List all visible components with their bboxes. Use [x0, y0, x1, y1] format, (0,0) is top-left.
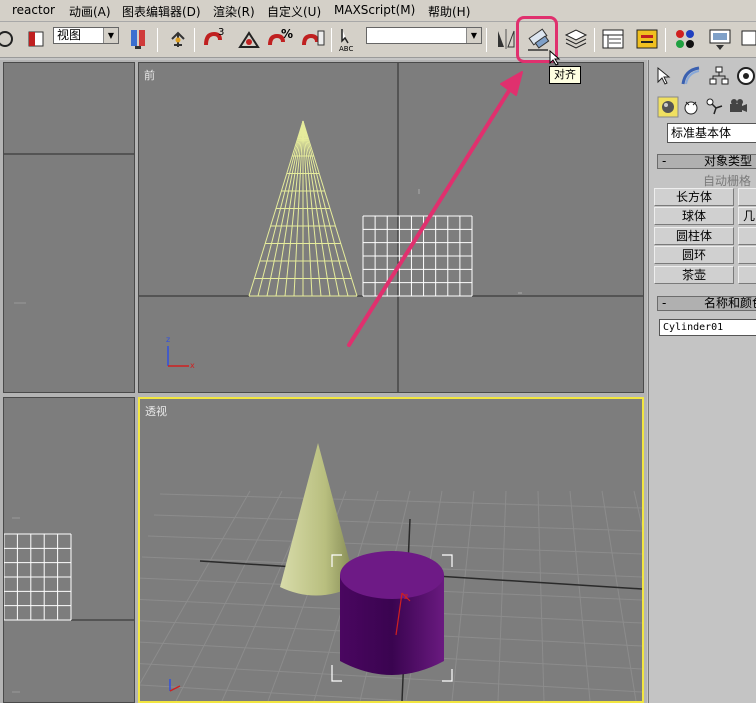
auto-grid-checkbox[interactable]: 自动栅格: [703, 172, 751, 189]
shapes-icon[interactable]: [680, 96, 702, 118]
chevron-down-icon: ▼: [103, 28, 118, 43]
cylinder-button[interactable]: 圆柱体: [654, 227, 734, 245]
layers-icon[interactable]: [562, 25, 590, 53]
teapot-button[interactable]: 茶壶: [654, 266, 734, 284]
align-tooltip: 对齐: [549, 66, 581, 84]
select-move-icon[interactable]: [164, 25, 192, 53]
menu-graph-editors[interactable]: 图表编辑器(D): [122, 3, 201, 20]
menu-bar: reactor 动画(A) 图表编辑器(D) 渲染(R) 自定义(U) MAXS…: [0, 0, 756, 22]
view-combo[interactable]: 视图 ▼: [53, 27, 119, 44]
cone-wireframe: [248, 120, 358, 297]
plane-button[interactable]: [738, 266, 756, 284]
pyramid-button[interactable]: [738, 246, 756, 264]
snap-3-icon[interactable]: 3: [200, 25, 228, 53]
lights-icon[interactable]: [704, 96, 726, 118]
menu-rendering[interactable]: 渲染(R): [213, 3, 255, 20]
sphere-button[interactable]: 球体: [654, 207, 734, 225]
cone-button[interactable]: [738, 188, 756, 206]
spinner-snap-icon[interactable]: [299, 25, 327, 53]
geometry-icon[interactable]: [657, 96, 679, 118]
hierarchy-tab-icon[interactable]: [708, 65, 730, 87]
category-dropdown[interactable]: 标准基本体: [667, 123, 756, 143]
viewport-front[interactable]: 前 z x: [138, 62, 644, 393]
perspective-viewport-canvas: z: [140, 443, 642, 701]
object-name-field[interactable]: Cylinder01: [659, 319, 756, 336]
menu-maxscript[interactable]: MAXScript(M): [334, 3, 415, 17]
modify-tab-icon[interactable]: [680, 65, 702, 87]
named-selection-icon[interactable]: ABC: [336, 25, 364, 53]
axis-x-label: x: [190, 361, 195, 370]
geosphere-button[interactable]: 几: [738, 207, 756, 225]
name-color-rollout[interactable]: -名称和颜色: [657, 296, 756, 311]
torus-button[interactable]: 圆环: [654, 246, 734, 264]
object-type-rollout[interactable]: - 对象类型: [657, 154, 756, 169]
svg-text:%: %: [281, 27, 293, 41]
viewport-left[interactable]: [3, 397, 135, 703]
axis-z-label: z: [166, 335, 170, 344]
motion-tab-icon[interactable]: [735, 65, 756, 87]
svg-text:3: 3: [218, 27, 224, 38]
object-type-title: 对象类型: [704, 154, 753, 168]
main-toolbar: 视图 ▼ 3 % ABC ▼: [0, 22, 756, 58]
viewports-area: 前 z x 透视 z: [0, 60, 647, 703]
axis-tripod-front: z x: [166, 335, 195, 370]
menu-animation[interactable]: 动画(A): [69, 3, 111, 20]
menu-reactor[interactable]: reactor: [12, 3, 55, 17]
name-color-title: 名称和颜色: [704, 296, 756, 310]
command-panel: 标准基本体 - 对象类型 自动栅格 长方体 球体 几 圆柱体 圆环 茶壶 - 名称和…: [648, 60, 756, 703]
schematic-view-icon[interactable]: [633, 25, 661, 53]
front-viewport-canvas: z x: [139, 63, 643, 392]
svg-text:ABC: ABC: [339, 45, 353, 53]
top-viewport-grid: [4, 153, 134, 304]
create-tab-icon[interactable]: [653, 65, 675, 87]
percent-snap-icon[interactable]: %: [266, 25, 294, 53]
angle-snap-icon[interactable]: [235, 25, 263, 53]
viewport-perspective[interactable]: 透视 z: [138, 397, 644, 703]
left-view-cylinder-wireframe: [4, 533, 72, 621]
menu-help[interactable]: 帮助(H): [428, 3, 470, 20]
pivot-icon[interactable]: [125, 25, 153, 53]
left-viewport-canvas: [4, 517, 134, 693]
material-editor-icon[interactable]: [671, 25, 699, 53]
cameras-icon[interactable]: [727, 96, 749, 118]
track-view-icon[interactable]: [599, 25, 627, 53]
quick-render-icon[interactable]: [738, 25, 756, 53]
viewport-top[interactable]: [3, 62, 135, 393]
3dsmax-window: reactor 动画(A) 图表编辑器(D) 渲染(R) 自定义(U) MAXS…: [0, 0, 756, 703]
chevron-down-icon: ▼: [466, 28, 481, 43]
tube-button[interactable]: [738, 227, 756, 245]
cylinder-object: [340, 551, 444, 675]
render-scene-icon[interactable]: [706, 25, 734, 53]
select-region-icon[interactable]: [0, 25, 13, 53]
reference-coord-icon[interactable]: [22, 25, 48, 53]
svg-text:z: z: [404, 592, 408, 601]
named-selection-combo[interactable]: ▼: [366, 27, 482, 44]
menu-customize[interactable]: 自定义(U): [267, 3, 321, 20]
cylinder-wireframe: [362, 215, 473, 297]
box-button[interactable]: 长方体: [654, 188, 734, 206]
view-combo-value: 视图: [57, 28, 82, 42]
axis-tripod-persp: [169, 679, 181, 692]
